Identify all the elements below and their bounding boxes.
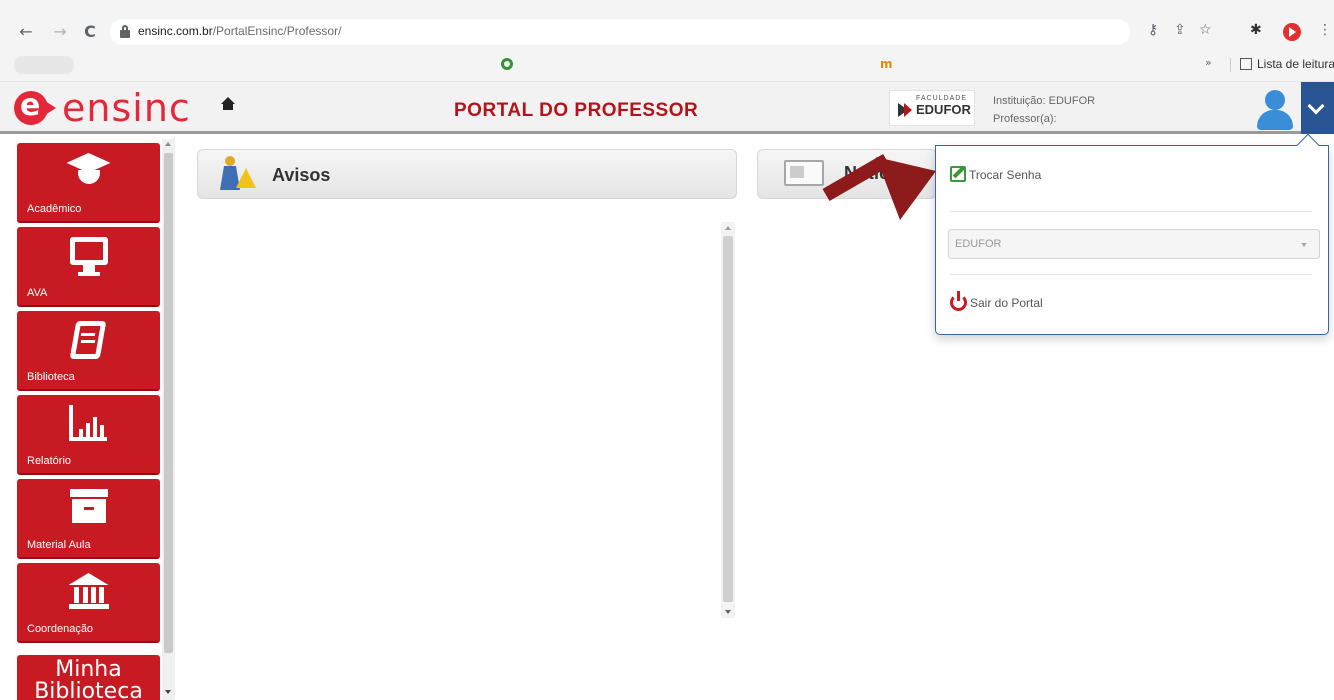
sidebar-item-label: Minha Biblioteca — [34, 657, 143, 700]
institution-info: Instituição: EDUFOR Professor(a): — [993, 92, 1095, 128]
menu-divider — [950, 211, 1312, 212]
sidebar-item-label: Acadêmico — [27, 203, 82, 215]
institution-icon — [68, 573, 109, 611]
book-icon — [69, 321, 106, 361]
chevron-down-icon — [1307, 97, 1325, 115]
bar-chart-icon — [68, 405, 109, 443]
institution-select[interactable]: EDUFOR — [948, 229, 1320, 259]
sidebar-item-academico[interactable]: Acadêmico — [17, 143, 160, 223]
scroll-down-icon[interactable] — [725, 610, 731, 614]
sidebar-item-relatorio[interactable]: Relatório — [17, 395, 160, 475]
edit-icon — [950, 166, 966, 182]
bookmark-item[interactable] — [14, 56, 74, 74]
share-icon[interactable]: ⇪ — [1174, 22, 1186, 38]
archive-box-icon — [69, 489, 108, 525]
app-header: ensinc PORTAL DO PROFESSOR FACULDADE EDU… — [0, 82, 1334, 134]
graduation-cap-icon — [66, 153, 111, 187]
sidebar-item-material-aula[interactable]: Material Aula — [17, 479, 160, 559]
extension-logo-icon[interactable] — [1283, 23, 1301, 41]
sidebar: Acadêmico AVA Biblioteca Relatório Mater… — [0, 137, 175, 700]
sidebar-scrollbar[interactable] — [162, 139, 175, 700]
power-icon — [950, 291, 967, 311]
logo-e-icon — [14, 88, 56, 125]
user-avatar-icon[interactable] — [1254, 88, 1296, 130]
user-menu-toggle-button[interactable] — [1301, 82, 1334, 134]
menu-divider — [950, 274, 1312, 275]
sidebar-item-label: Relatório — [27, 455, 72, 467]
change-password-label: Trocar Senha — [969, 168, 1042, 182]
sidebar-item-label: Coordenação — [27, 623, 94, 635]
url-text: ensinc.com.br/PortalEnsinc/Professor/ — [138, 24, 341, 38]
sidebar-item-minha-biblioteca[interactable]: Minha Biblioteca — [17, 655, 160, 700]
avisos-title: Avisos — [272, 165, 331, 185]
reading-list-label: Lista de leitura — [1257, 57, 1334, 71]
lock-icon — [120, 25, 130, 38]
bookmarks-overflow-icon[interactable]: » — [1205, 56, 1212, 69]
institution-label: Instituição: EDUFOR — [993, 95, 1096, 107]
professor-label: Professor(a): — [993, 113, 1057, 125]
logout-label: Sair do Portal — [970, 296, 1043, 310]
scroll-up-icon[interactable] — [725, 226, 731, 230]
partner-logo-name: EDUFOR — [916, 102, 971, 117]
url-path: /PortalEnsinc/Professor/ — [212, 24, 342, 38]
sidebar-item-label: AVA — [27, 287, 48, 299]
ensinc-logo[interactable]: ensinc — [14, 88, 191, 128]
browser-menu-icon[interactable]: ⋮ — [1318, 22, 1332, 38]
sidebar-item-coordenacao[interactable]: Coordenação — [17, 563, 160, 643]
partner-logo: FACULDADE EDUFOR — [889, 90, 975, 126]
bookmarks-divider — [1230, 58, 1231, 72]
home-icon[interactable] — [220, 97, 236, 113]
annotation-arrow-icon — [822, 150, 936, 232]
monitor-icon — [69, 237, 108, 277]
scrollbar-thumb[interactable] — [723, 236, 733, 602]
page-title: PORTAL DO PROFESSOR — [454, 100, 699, 121]
reading-list-button[interactable]: Lista de leitura — [1240, 57, 1334, 71]
extensions-icon[interactable]: ✱ — [1250, 22, 1262, 38]
bookmarks-bar: m » Lista de leitura — [0, 52, 1334, 78]
logout-menu-item[interactable]: Sair do Portal — [950, 291, 1043, 311]
forward-button[interactable]: → — [50, 22, 70, 42]
scroll-up-icon[interactable] — [165, 142, 171, 146]
institution-select-value: EDUFOR — [955, 238, 1002, 250]
warning-person-icon — [220, 156, 256, 192]
sidebar-item-ava[interactable]: AVA — [17, 227, 160, 307]
sidebar-item-biblioteca[interactable]: Biblioteca — [17, 311, 160, 391]
sidebar-item-label: Material Aula — [27, 539, 91, 551]
address-bar[interactable]: ensinc.com.br/PortalEnsinc/Professor/ — [110, 19, 1130, 45]
partner-logo-caption: FACULDADE — [916, 95, 968, 102]
scroll-down-icon[interactable] — [165, 690, 171, 694]
back-button[interactable]: ← — [16, 22, 36, 42]
screen: ← → C ensinc.com.br/PortalEnsinc/Profess… — [0, 0, 1334, 700]
reading-list-icon — [1240, 58, 1252, 70]
star-icon[interactable]: ☆ — [1199, 22, 1212, 38]
url-domain: ensinc.com.br — [138, 24, 213, 38]
user-dropdown-menu: Trocar Senha EDUFOR Sair do Portal — [935, 133, 1329, 335]
sidebar-item-label: Biblioteca — [27, 371, 75, 383]
avisos-scrollbar[interactable] — [721, 222, 735, 618]
change-password-menu-item[interactable]: Trocar Senha — [950, 166, 1041, 182]
key-icon[interactable]: ⚷ — [1148, 22, 1158, 38]
menu-caret — [1296, 133, 1320, 157]
reload-button[interactable]: C — [80, 22, 100, 42]
select-arrow-icon — [1301, 243, 1307, 247]
bookmark-favicon-icon[interactable] — [501, 58, 513, 70]
bookmark-favicon-icon[interactable]: m — [880, 57, 893, 71]
scrollbar-thumb[interactable] — [164, 153, 173, 653]
logo-text: ensinc — [62, 86, 191, 130]
avisos-panel-header: Avisos — [197, 149, 737, 199]
newspaper-icon — [784, 160, 824, 186]
browser-toolbar: ← → C ensinc.com.br/PortalEnsinc/Profess… — [0, 0, 1334, 82]
